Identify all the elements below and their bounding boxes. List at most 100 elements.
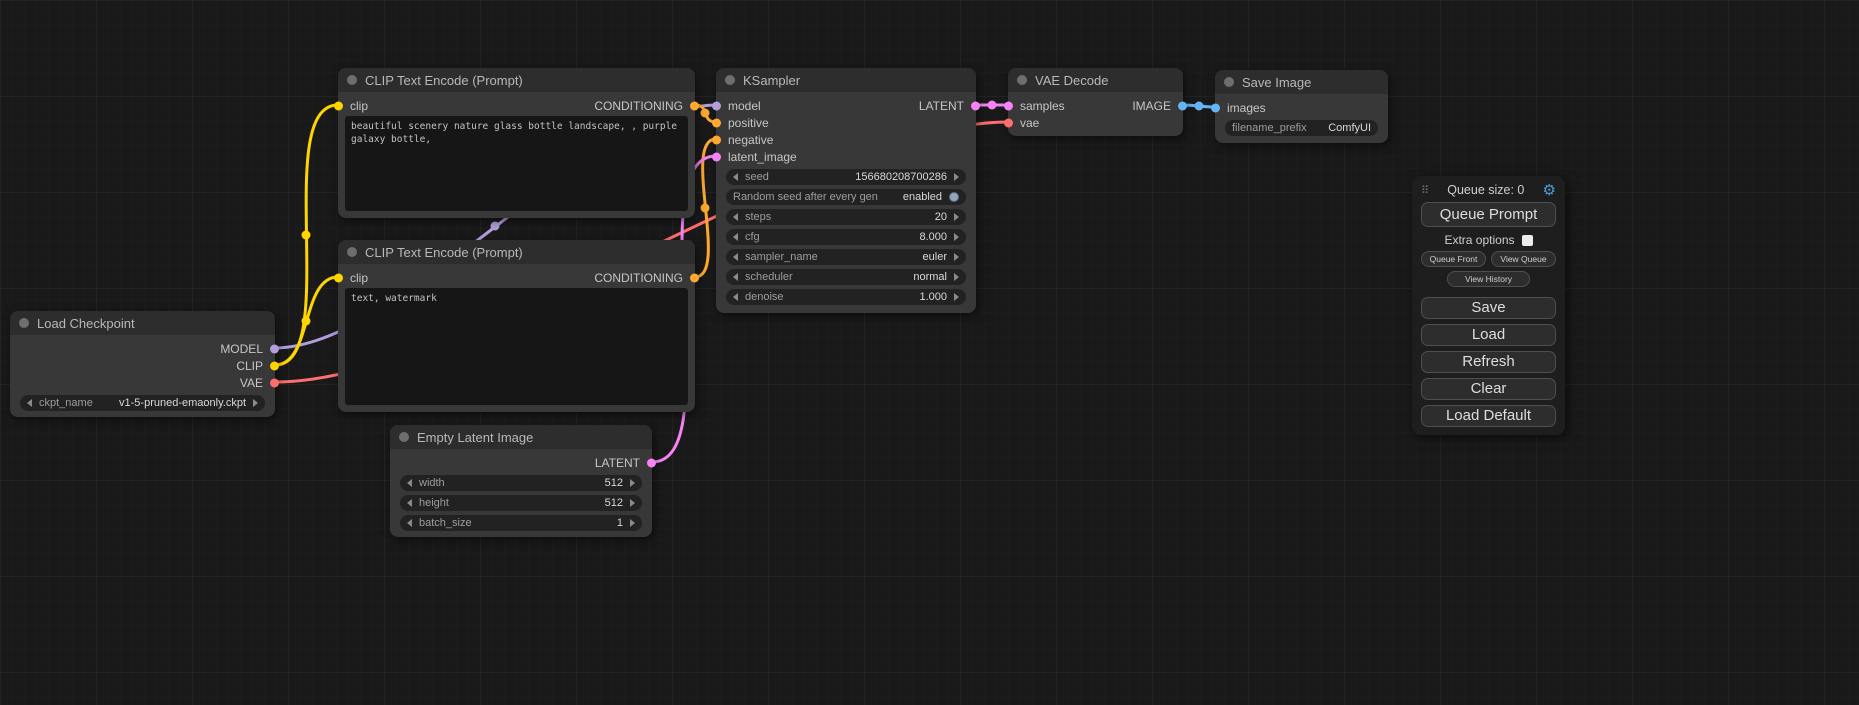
vae-output-dot[interactable] bbox=[270, 378, 279, 387]
extra-options-checkbox[interactable] bbox=[1522, 235, 1533, 246]
node-clip-text-encode-positive[interactable]: CLIP Text Encode (Prompt) clip CONDITION… bbox=[338, 68, 695, 218]
collapse-dot-icon[interactable] bbox=[347, 247, 357, 257]
queue-front-button[interactable]: Queue Front bbox=[1421, 251, 1486, 267]
vae-decode-title-bar[interactable]: VAE Decode bbox=[1008, 68, 1183, 92]
output-slot-clip: CLIP bbox=[10, 357, 275, 374]
increment-arrow-icon[interactable] bbox=[954, 173, 959, 181]
conditioning-link-midpoint-dot-2[interactable] bbox=[701, 204, 710, 213]
view-queue-button[interactable]: View Queue bbox=[1491, 251, 1556, 267]
latent-output-dot[interactable] bbox=[971, 101, 980, 110]
images-input-dot[interactable] bbox=[1211, 103, 1220, 112]
clip-input-dot[interactable] bbox=[334, 273, 343, 282]
width-widget[interactable]: width 512 bbox=[400, 475, 642, 491]
decrement-arrow-icon[interactable] bbox=[733, 213, 738, 221]
image-link-midpoint-dot[interactable] bbox=[1195, 102, 1204, 111]
node-ksampler[interactable]: KSampler model LATENT positive negative … bbox=[716, 68, 976, 313]
drag-handle-icon[interactable]: ⠿ bbox=[1421, 184, 1429, 197]
input-slot-latent-image: latent_image bbox=[716, 148, 976, 165]
node-empty-latent-image[interactable]: Empty Latent Image LATENT width 512 heig… bbox=[390, 425, 652, 537]
filename-prefix-widget[interactable]: filename_prefix ComfyUI bbox=[1225, 120, 1378, 136]
queue-menu-header: ⠿ Queue size: 0 ⚙ bbox=[1421, 182, 1556, 198]
ksampler-title-bar[interactable]: KSampler bbox=[716, 68, 976, 92]
clear-button[interactable]: Clear bbox=[1421, 378, 1556, 400]
next-value-arrow-icon[interactable] bbox=[253, 399, 258, 407]
cfg-widget[interactable]: cfg 8.000 bbox=[726, 229, 966, 245]
ckpt-name-widget[interactable]: ckpt_name v1-5-pruned-emaonly.ckpt bbox=[20, 395, 265, 411]
vae-input-dot[interactable] bbox=[1004, 118, 1013, 127]
conditioning-output-dot[interactable] bbox=[690, 273, 699, 282]
increment-arrow-icon[interactable] bbox=[630, 519, 635, 527]
decrement-arrow-icon[interactable] bbox=[407, 479, 412, 487]
latent-link-midpoint-dot-2[interactable] bbox=[988, 101, 997, 110]
queue-menu-panel[interactable]: ⠿ Queue size: 0 ⚙ Queue Prompt Extra opt… bbox=[1412, 176, 1565, 435]
clip-text-encode-negative-title-bar[interactable]: CLIP Text Encode (Prompt) bbox=[338, 240, 695, 264]
node-save-image[interactable]: Save Image images filename_prefix ComfyU… bbox=[1215, 70, 1388, 143]
prev-value-arrow-icon[interactable] bbox=[733, 273, 738, 281]
refresh-button[interactable]: Refresh bbox=[1421, 351, 1556, 373]
collapse-dot-icon[interactable] bbox=[347, 75, 357, 85]
clip-output-dot[interactable] bbox=[270, 361, 279, 370]
queue-prompt-button[interactable]: Queue Prompt bbox=[1421, 202, 1556, 227]
latent-output-dot[interactable] bbox=[647, 458, 656, 467]
increment-arrow-icon[interactable] bbox=[954, 233, 959, 241]
height-widget[interactable]: height 512 bbox=[400, 495, 642, 511]
next-value-arrow-icon[interactable] bbox=[954, 273, 959, 281]
conditioning-output-dot[interactable] bbox=[690, 101, 699, 110]
collapse-dot-icon[interactable] bbox=[1017, 75, 1027, 85]
graph-canvas[interactable]: { "colors": { "canvas_bg": "#191919", "n… bbox=[0, 0, 1859, 705]
collapse-dot-icon[interactable] bbox=[725, 75, 735, 85]
prev-value-arrow-icon[interactable] bbox=[27, 399, 32, 407]
random-seed-toggle-widget[interactable]: Random seed after every gen enabled bbox=[726, 189, 966, 205]
decrement-arrow-icon[interactable] bbox=[733, 233, 738, 241]
save-image-title-bar[interactable]: Save Image bbox=[1215, 70, 1388, 94]
model-input-dot[interactable] bbox=[712, 101, 721, 110]
load-checkpoint-title-bar[interactable]: Load Checkpoint bbox=[10, 311, 275, 335]
clip-conditioning-slot-row: clip CONDITIONING bbox=[338, 269, 695, 286]
negative-input-dot[interactable] bbox=[712, 135, 721, 144]
denoise-widget[interactable]: denoise 1.000 bbox=[726, 289, 966, 305]
clip-text-encode-positive-title-bar[interactable]: CLIP Text Encode (Prompt) bbox=[338, 68, 695, 92]
model-link-midpoint-dot[interactable] bbox=[491, 222, 500, 231]
output-slot-model: MODEL bbox=[10, 340, 275, 357]
view-history-button[interactable]: View History bbox=[1447, 271, 1531, 287]
toggle-dot-icon[interactable] bbox=[949, 192, 959, 202]
input-slot-images: images bbox=[1215, 99, 1388, 116]
latent-image-input-dot[interactable] bbox=[712, 152, 721, 161]
empty-latent-image-title-bar[interactable]: Empty Latent Image bbox=[390, 425, 652, 449]
decrement-arrow-icon[interactable] bbox=[733, 293, 738, 301]
increment-arrow-icon[interactable] bbox=[954, 213, 959, 221]
load-button[interactable]: Load bbox=[1421, 324, 1556, 346]
node-load-checkpoint[interactable]: Load Checkpoint MODEL CLIP VAE ckpt_name… bbox=[10, 311, 275, 417]
positive-input-dot[interactable] bbox=[712, 118, 721, 127]
conditioning-link-midpoint-dot-1[interactable] bbox=[701, 109, 710, 118]
batch-size-widget[interactable]: batch_size 1 bbox=[400, 515, 642, 531]
increment-arrow-icon[interactable] bbox=[630, 479, 635, 487]
model-output-dot[interactable] bbox=[270, 344, 279, 353]
clip-input-dot[interactable] bbox=[334, 101, 343, 110]
image-output-dot[interactable] bbox=[1178, 101, 1187, 110]
save-button[interactable]: Save bbox=[1421, 297, 1556, 319]
clip-link-midpoint-dot-1[interactable] bbox=[302, 231, 311, 240]
increment-arrow-icon[interactable] bbox=[630, 499, 635, 507]
clip-link-midpoint-dot-2[interactable] bbox=[302, 317, 311, 326]
samples-input-dot[interactable] bbox=[1004, 101, 1013, 110]
seed-widget[interactable]: seed 156680208700286 bbox=[726, 169, 966, 185]
node-vae-decode[interactable]: VAE Decode samples IMAGE vae bbox=[1008, 68, 1183, 136]
load-default-button[interactable]: Load Default bbox=[1421, 405, 1556, 427]
increment-arrow-icon[interactable] bbox=[954, 293, 959, 301]
collapse-dot-icon[interactable] bbox=[19, 318, 29, 328]
sampler-name-widget[interactable]: sampler_name euler bbox=[726, 249, 966, 265]
decrement-arrow-icon[interactable] bbox=[407, 519, 412, 527]
collapse-dot-icon[interactable] bbox=[399, 432, 409, 442]
steps-widget[interactable]: steps 20 bbox=[726, 209, 966, 225]
collapse-dot-icon[interactable] bbox=[1224, 77, 1234, 87]
negative-prompt-textarea[interactable]: text, watermark bbox=[345, 288, 688, 405]
scheduler-widget[interactable]: scheduler normal bbox=[726, 269, 966, 285]
decrement-arrow-icon[interactable] bbox=[733, 173, 738, 181]
next-value-arrow-icon[interactable] bbox=[954, 253, 959, 261]
decrement-arrow-icon[interactable] bbox=[407, 499, 412, 507]
prev-value-arrow-icon[interactable] bbox=[733, 253, 738, 261]
node-clip-text-encode-negative[interactable]: CLIP Text Encode (Prompt) clip CONDITION… bbox=[338, 240, 695, 412]
positive-prompt-textarea[interactable]: beautiful scenery nature glass bottle la… bbox=[345, 116, 688, 211]
settings-gear-icon[interactable]: ⚙ bbox=[1543, 183, 1556, 198]
